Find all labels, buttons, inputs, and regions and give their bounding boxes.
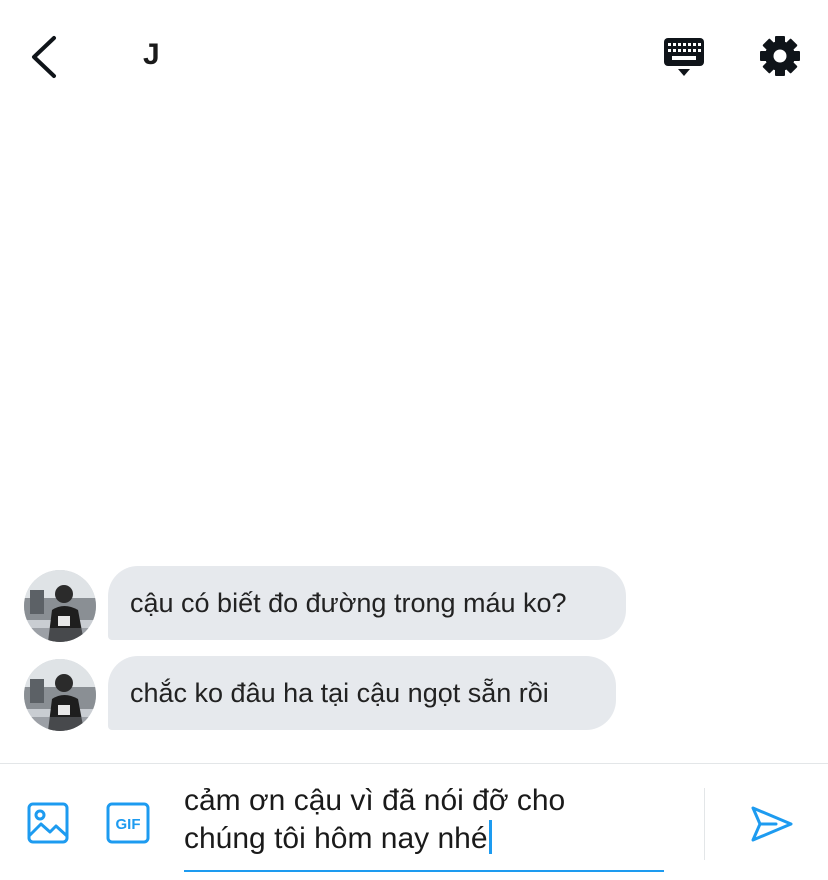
composer-divider [704,788,705,860]
avatar-photo [24,570,96,642]
keyboard-toggle-button[interactable] [660,34,708,80]
message-input[interactable]: cảm ơn cậu vì đã nói đỡ cho chúng tôi hô… [184,782,664,872]
conversation-header: J [0,0,828,110]
gif-icon: GIF [106,802,150,844]
message-input-line: cảm ơn cậu vì đã nói đỡ cho [184,784,566,817]
message-composer: GIF cảm ơn cậu vì đã nói đỡ cho chúng tô… [0,763,828,880]
message-bubble[interactable]: chắc ko đâu ha tại cậu ngọt sẵn rồi [108,656,616,730]
keyboard-icon [664,38,704,76]
message-input-line: chúng tôi hôm nay nhé [184,820,664,858]
text-caret [488,820,492,854]
message-input-text: chúng tôi hôm nay nhé [184,822,488,855]
svg-text:GIF: GIF [116,816,141,833]
send-button[interactable] [748,800,796,848]
settings-button[interactable] [756,32,804,80]
chevron-left-icon [32,36,56,78]
add-image-button[interactable] [24,800,72,846]
message-row: chắc ko đâu ha tại cậu ngọt sẵn rồi [0,656,828,732]
avatar[interactable] [24,659,96,731]
back-button[interactable] [26,34,66,80]
message-row: cậu có biết đo đường trong máu ko? [0,566,828,642]
send-icon [751,806,793,842]
add-gif-button[interactable]: GIF [104,800,152,846]
message-bubble[interactable]: cậu có biết đo đường trong máu ko? [108,566,626,640]
avatar[interactable] [24,570,96,642]
avatar-photo [24,659,96,731]
conversation-title[interactable]: J [143,38,160,72]
gear-icon [760,36,800,76]
image-icon [27,802,69,844]
